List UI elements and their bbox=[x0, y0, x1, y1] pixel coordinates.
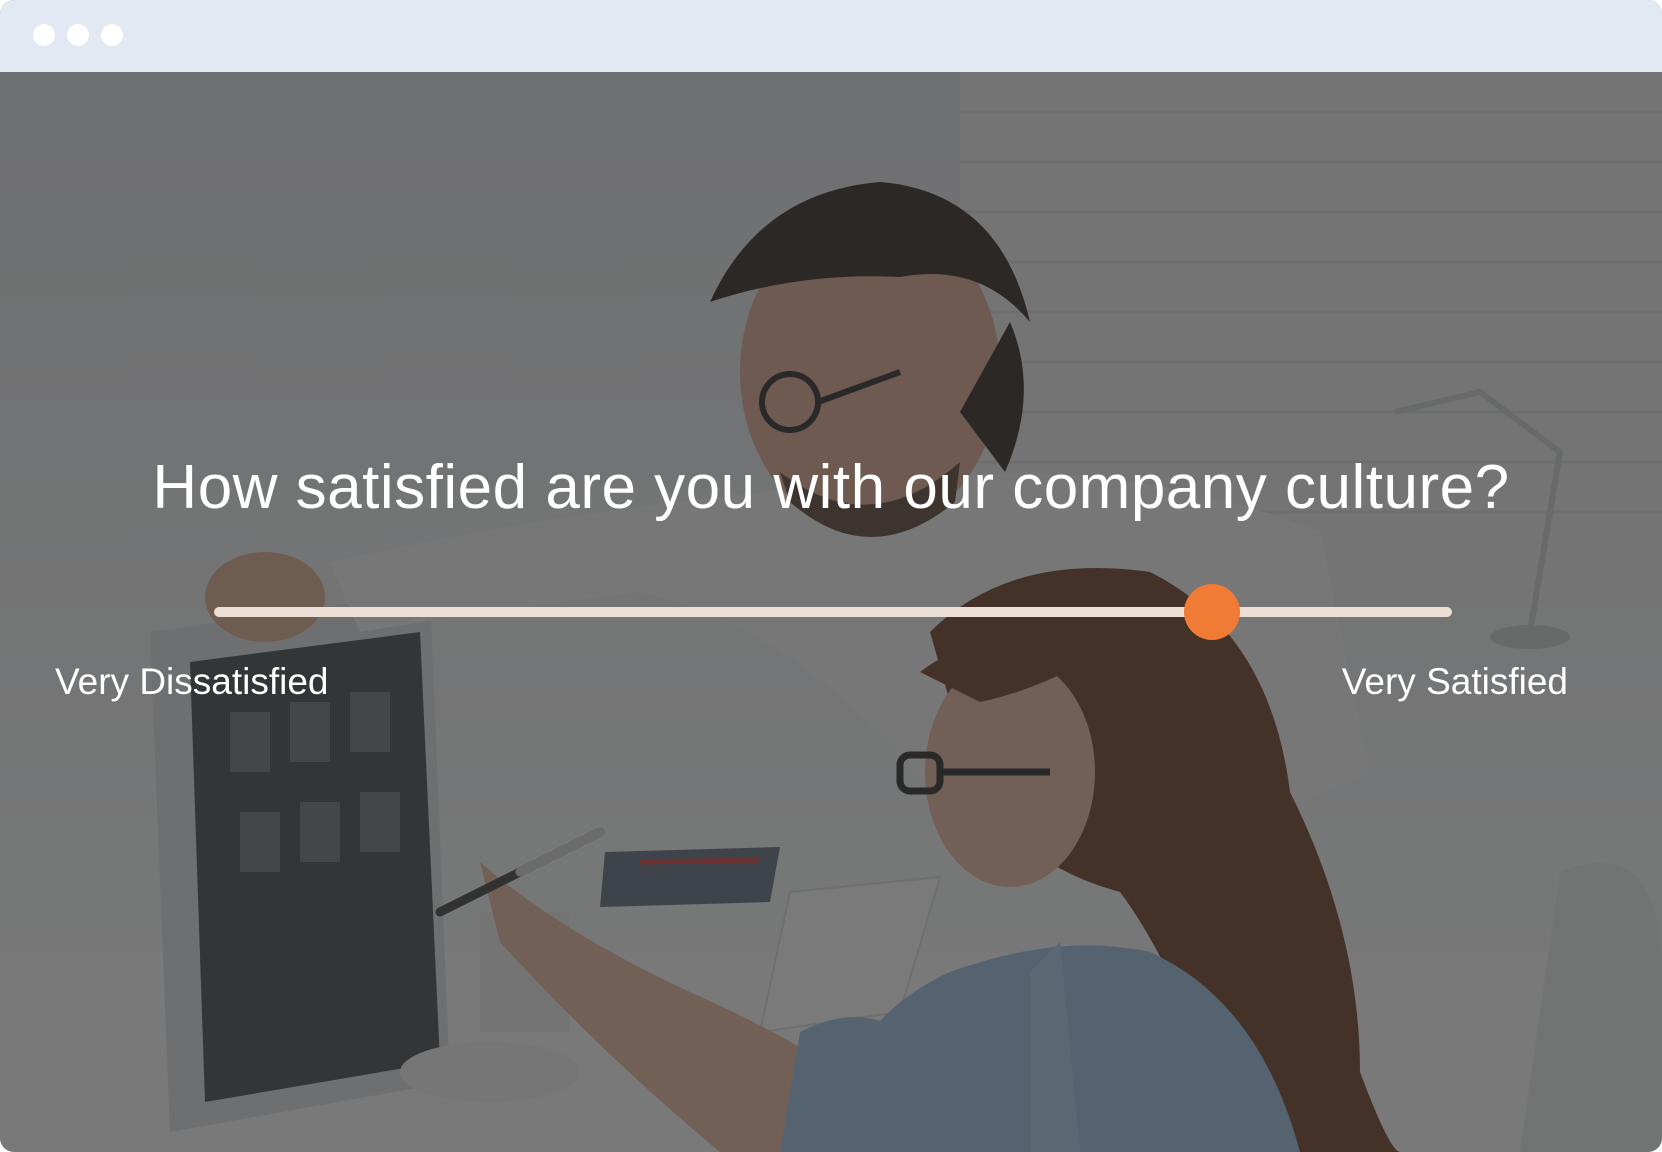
satisfaction-slider[interactable] bbox=[214, 584, 1452, 640]
slider-max-label: Very Satisfied bbox=[1341, 661, 1568, 702]
slider-min-label: Very Dissatisfied bbox=[55, 661, 329, 702]
survey-question: How satisfied are you with our company c… bbox=[152, 453, 1510, 522]
window-titlebar bbox=[0, 0, 1662, 72]
window-controls bbox=[33, 24, 123, 46]
window-dot-icon[interactable] bbox=[67, 24, 89, 46]
slider-thumb[interactable] bbox=[1183, 584, 1240, 640]
window-dot-icon[interactable] bbox=[101, 24, 123, 46]
slider-track[interactable] bbox=[214, 607, 1452, 617]
browser-window: How satisfied are you with our company c… bbox=[0, 0, 1662, 1152]
window-dot-icon[interactable] bbox=[33, 24, 55, 46]
